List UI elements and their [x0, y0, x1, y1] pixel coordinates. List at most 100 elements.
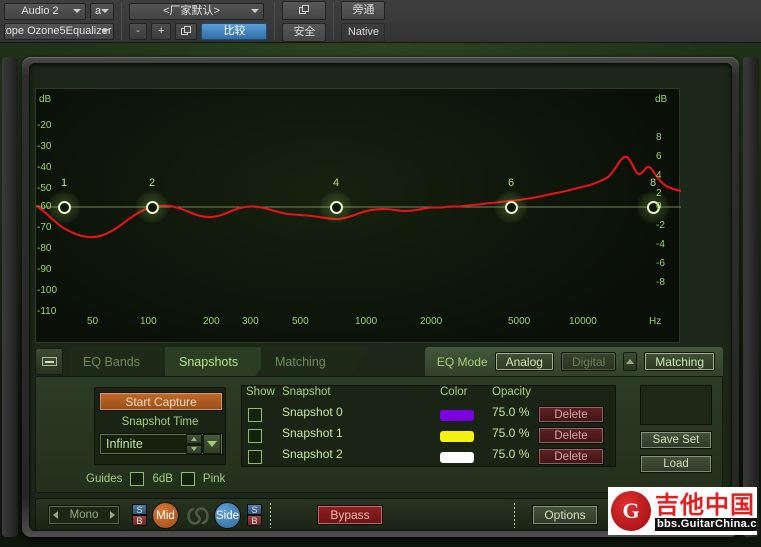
snapshot-color-swatch[interactable] [440, 452, 474, 463]
load-button[interactable]: Load [640, 455, 712, 473]
track-plugin-group: Audio 2 a otope Ozone5Equalizer [4, 2, 114, 40]
preset-copy-button[interactable] [175, 22, 198, 40]
eq-band-node-8[interactable]: 8 [636, 177, 670, 224]
col-opacity: Opacity [492, 386, 531, 398]
native-button[interactable]: Native [341, 22, 386, 42]
window-icon [298, 5, 310, 15]
chevron-right-icon[interactable] [110, 511, 115, 519]
left-axis-tick: -70 [37, 222, 52, 233]
snapshot-delete-button[interactable]: Delete [538, 406, 604, 423]
eq-mode-analog-button[interactable]: Analog [494, 352, 554, 371]
eq-band-node-6[interactable]: 6 [494, 177, 528, 224]
preset-name: <厂家默认> [163, 4, 220, 17]
eq-graph[interactable]: 1 2 4 6 8 dB -20 -30 -40 -50 -60 -70 -80… [35, 88, 681, 343]
channel-selector[interactable]: Mono [48, 505, 120, 525]
link-icon[interactable] [185, 503, 211, 529]
snapshot-delete-button[interactable]: Delete [538, 448, 604, 465]
guide-6db-checkbox[interactable] [130, 472, 145, 486]
side-channel-button[interactable]: Side [214, 502, 241, 529]
preset-plus-button[interactable]: + [151, 22, 172, 40]
left-axis-tick: -50 [37, 183, 52, 194]
host-bypass-button[interactable]: 旁通 [341, 0, 386, 20]
safe-button[interactable]: 安全 [282, 22, 327, 42]
eq-band-number: 2 [148, 177, 156, 189]
save-set-button[interactable]: Save Set [640, 431, 712, 449]
x-axis-title: Hz [649, 316, 662, 327]
preset-minus-button[interactable]: - [129, 22, 147, 40]
table-row: Snapshot 2 75.0 % Delete [242, 447, 615, 468]
watermark-text: 吉他中国 bbs.GuitarChina.com [655, 492, 757, 531]
mid-channel-button[interactable]: Mid [152, 502, 179, 529]
snapshot-color-swatch[interactable] [440, 410, 474, 421]
eq-band-number: 6 [507, 177, 515, 189]
eq-band-node-4[interactable]: 4 [319, 177, 353, 224]
snapshot-show-checkbox[interactable] [248, 450, 262, 464]
side-bypass-button[interactable]: B [247, 515, 262, 526]
snapshot-show-checkbox[interactable] [248, 408, 262, 422]
chevron-down-icon[interactable] [203, 434, 221, 454]
mid-bypass-button[interactable]: B [132, 515, 147, 526]
guide-pink-checkbox[interactable] [180, 472, 195, 486]
collapse-icon [41, 357, 57, 366]
side-solo-bypass-stack: S B [247, 504, 262, 526]
native-row: Native [341, 22, 386, 42]
bypass-button[interactable]: Bypass [317, 505, 383, 525]
eq-mode-matching-button[interactable]: Matching [644, 352, 715, 371]
right-axis-tick: 2 [656, 188, 662, 199]
host-toolbar: Audio 2 a otope Ozone5Equalizer <厂家默认> -… [0, 0, 761, 43]
chevron-down-icon[interactable] [186, 444, 202, 454]
snapshot-time-value: Infinite [106, 437, 143, 451]
tab-label: EQ Bands [83, 354, 140, 369]
app-root: Audio 2 a otope Ozone5Equalizer <厂家默认> -… [0, 0, 761, 547]
tab-snapshots[interactable]: Snapshots [165, 347, 277, 376]
preset-select[interactable]: <厂家默认> [129, 2, 264, 20]
snapshot-time-stepper[interactable] [186, 434, 203, 454]
snapshot-time-select[interactable]: Infinite [99, 433, 223, 455]
tab-matching[interactable]: Matching [261, 347, 373, 376]
eq-band-number: 4 [332, 177, 340, 189]
side-solo-button[interactable]: S [247, 504, 262, 515]
track-select[interactable]: Audio 2 [4, 2, 86, 20]
mid-solo-button[interactable]: S [132, 504, 147, 515]
chevron-up-icon[interactable] [623, 352, 638, 371]
track-row: Audio 2 a [4, 2, 114, 20]
bypass-row: 旁通 [341, 0, 386, 20]
watermark: 吉他中国 bbs.GuitarChina.com [608, 487, 757, 535]
chevron-left-icon[interactable] [53, 511, 58, 519]
compare-button[interactable]: 比较 [201, 22, 268, 40]
eq-band-node-2[interactable]: 2 [135, 177, 169, 224]
right-axis-tick: -4 [656, 239, 665, 250]
guide-6db-label: 6dB [152, 473, 173, 485]
x-axis-tick: 500 [292, 316, 309, 327]
right-axis-title: dB [655, 94, 668, 105]
eq-graph-canvas[interactable]: 1 2 4 6 8 [35, 88, 681, 343]
snapshot-opacity[interactable]: 75.0 % [492, 405, 529, 419]
snapshots-panel: Start Capture Snapshot Time Infinite Gui… [35, 376, 723, 493]
x-axis-tick: 200 [203, 316, 220, 327]
col-show: Show [246, 386, 275, 398]
snapshot-opacity[interactable]: 75.0 % [492, 426, 529, 440]
window-button[interactable] [282, 0, 327, 20]
snapshot-delete-button[interactable]: Delete [538, 427, 604, 444]
start-capture-button[interactable]: Start Capture [99, 392, 223, 411]
spectrum-curve [36, 155, 681, 239]
chevron-up-icon[interactable] [186, 434, 202, 444]
right-axis-tick: 6 [656, 151, 662, 162]
collapse-button[interactable] [35, 348, 63, 375]
window-safe-group: 安全 [282, 0, 327, 42]
left-axis-tick: -80 [37, 243, 52, 254]
snapshot-show-checkbox[interactable] [248, 429, 262, 443]
eq-mode-digital-button[interactable]: Digital [560, 352, 617, 371]
preset-actions-row: - + 比较 [129, 22, 268, 40]
eq-band-node-1[interactable]: 1 [47, 177, 81, 224]
plugin-select[interactable]: otope Ozone5Equalizer [4, 22, 114, 40]
options-button[interactable]: Options [532, 505, 598, 525]
tab-eq-bands[interactable]: EQ Bands [69, 347, 181, 376]
snapshot-color-swatch[interactable] [440, 431, 474, 442]
guide-pink-label: Pink [202, 473, 226, 485]
right-axis-tick: 8 [656, 132, 662, 143]
right-rail [743, 57, 759, 537]
insert-slot-select[interactable]: a [90, 2, 114, 20]
snapshot-opacity[interactable]: 75.0 % [492, 447, 529, 461]
snapshot-name: Snapshot 1 [282, 426, 343, 440]
